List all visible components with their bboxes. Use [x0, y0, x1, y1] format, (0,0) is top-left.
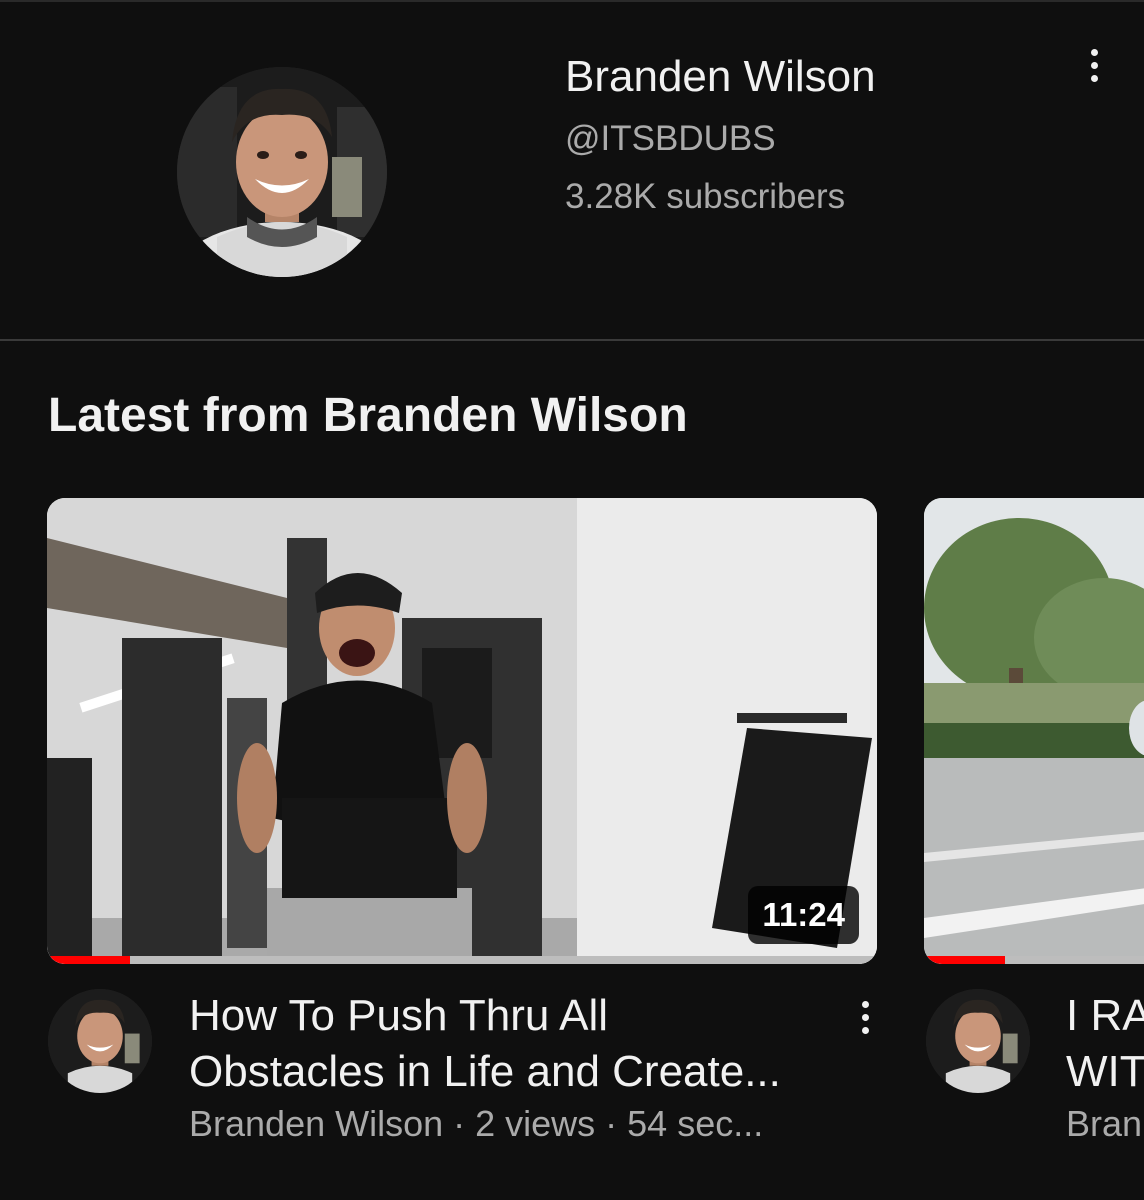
video-channel-avatar[interactable] — [926, 989, 1030, 1093]
video-thumbnail[interactable]: 11:24 — [47, 498, 877, 964]
video-duration: 11:24 — [748, 886, 859, 944]
video-title-line: WIT — [1066, 1047, 1144, 1096]
watch-progress-bar — [47, 956, 877, 964]
video-meta: Branden Wilson · 2 views · 54 sec... — [189, 1103, 764, 1144]
video-title-line: How To Push Thru All — [189, 991, 609, 1040]
watch-progress-fill — [47, 956, 130, 964]
top-border — [0, 0, 1144, 2]
video-title-line: Obstacles in Life and Create... — [189, 1047, 781, 1096]
video-title[interactable]: I RA WIT — [1066, 988, 1144, 1100]
channel-avatar[interactable] — [177, 67, 387, 277]
section-title: Latest from Branden Wilson — [48, 389, 688, 442]
watch-progress-bar — [924, 956, 1144, 964]
video-channel-avatar[interactable] — [48, 989, 152, 1093]
watch-progress-fill — [924, 956, 1005, 964]
video-thumbnail[interactable] — [924, 498, 1144, 964]
subscriber-count: 3.28K subscribers — [565, 177, 846, 216]
more-vert-icon[interactable] — [1084, 40, 1104, 90]
video-title-line: I RA — [1066, 991, 1144, 1040]
divider — [0, 339, 1144, 341]
more-vert-icon[interactable] — [855, 992, 875, 1042]
video-title[interactable]: How To Push Thru All Obstacles in Life a… — [189, 988, 839, 1100]
video-meta: Bran — [1066, 1103, 1143, 1144]
channel-name: Branden Wilson — [565, 52, 876, 101]
channel-handle: @ITSBDUBS — [565, 119, 776, 158]
